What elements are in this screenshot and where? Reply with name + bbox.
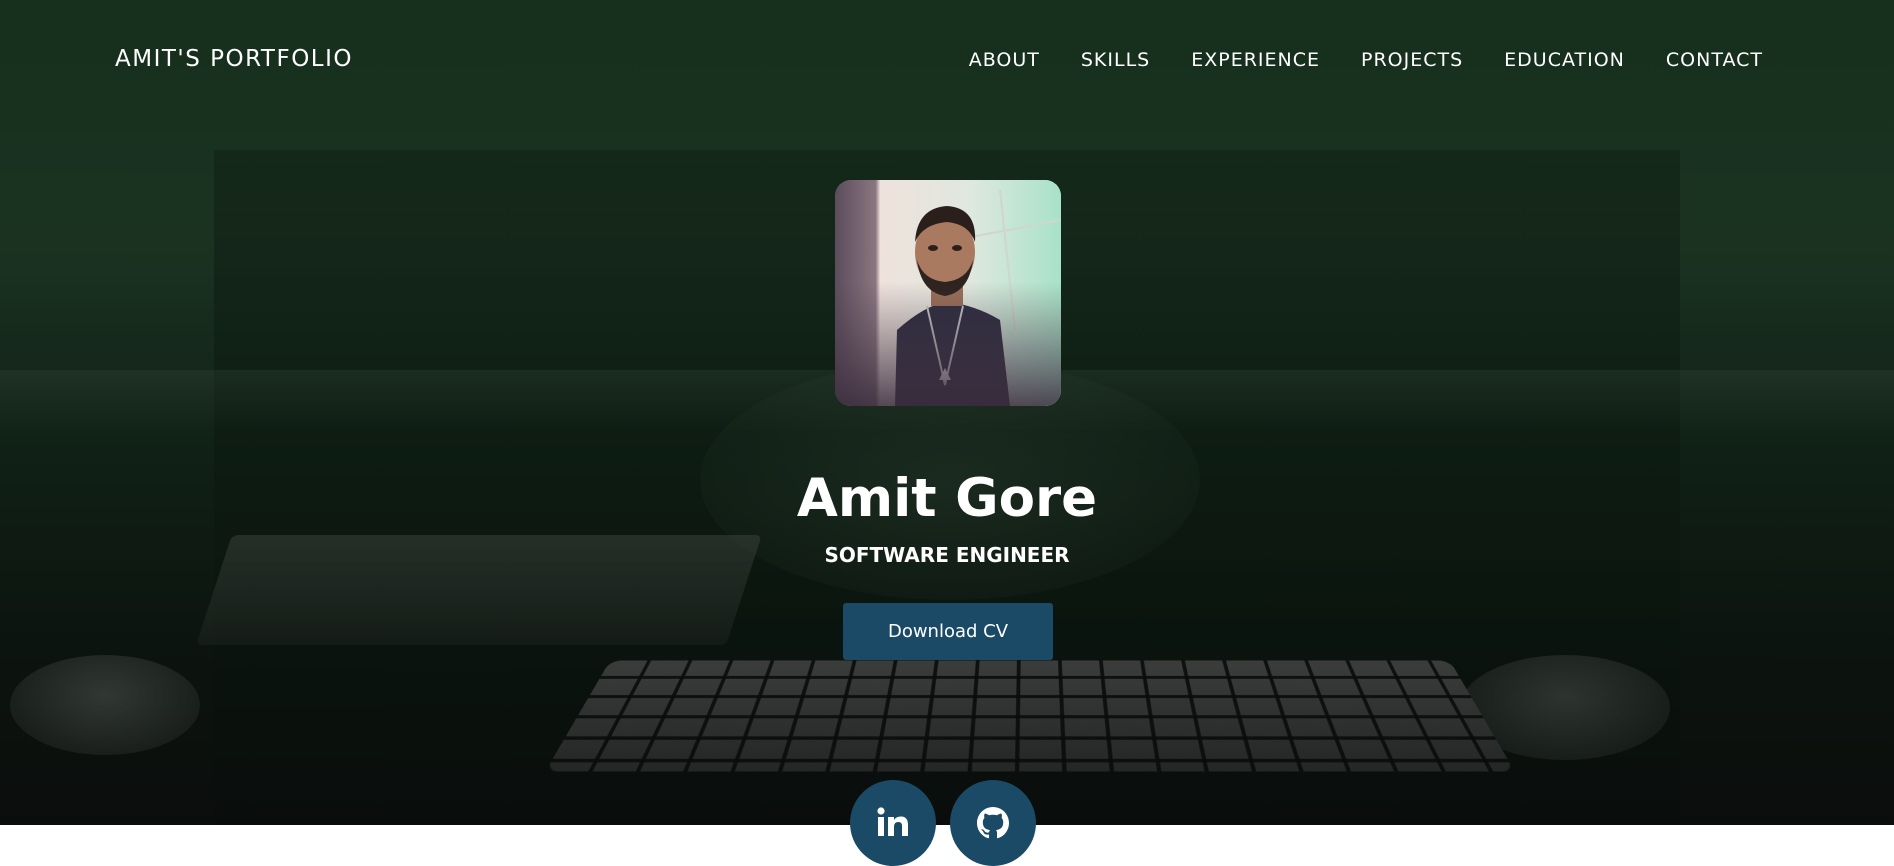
background-mouse-right bbox=[1460, 655, 1670, 760]
navbar: AMIT'S PORTFOLIO ABOUT SKILLS EXPERIENCE… bbox=[0, 0, 1894, 122]
hero-name: Amit Gore bbox=[796, 468, 1098, 529]
nav-projects[interactable]: PROJECTS bbox=[1361, 49, 1463, 71]
github-icon bbox=[977, 807, 1009, 839]
nav-education[interactable]: EDUCATION bbox=[1504, 49, 1625, 71]
nav-about[interactable]: ABOUT bbox=[969, 49, 1040, 71]
nav-skills[interactable]: SKILLS bbox=[1081, 49, 1150, 71]
background-keyboard bbox=[545, 660, 1515, 772]
hero-role: SOFTWARE ENGINEER bbox=[824, 543, 1070, 567]
nav-experience[interactable]: EXPERIENCE bbox=[1191, 49, 1320, 71]
linkedin-icon bbox=[877, 807, 908, 836]
background-mouse-left bbox=[10, 655, 200, 755]
nav-contact[interactable]: CONTACT bbox=[1666, 49, 1763, 71]
brand-logo[interactable]: AMIT'S PORTFOLIO bbox=[115, 46, 353, 72]
hero-section: AMIT'S PORTFOLIO ABOUT SKILLS EXPERIENCE… bbox=[0, 0, 1894, 825]
github-link[interactable] bbox=[950, 780, 1036, 866]
nav-links: ABOUT SKILLS EXPERIENCE PROJECTS EDUCATI… bbox=[969, 49, 1763, 71]
profile-photo bbox=[835, 180, 1061, 406]
linkedin-link[interactable] bbox=[850, 780, 936, 866]
profile-photo-illustration bbox=[835, 180, 1061, 406]
download-cv-button[interactable]: Download CV bbox=[843, 603, 1053, 660]
